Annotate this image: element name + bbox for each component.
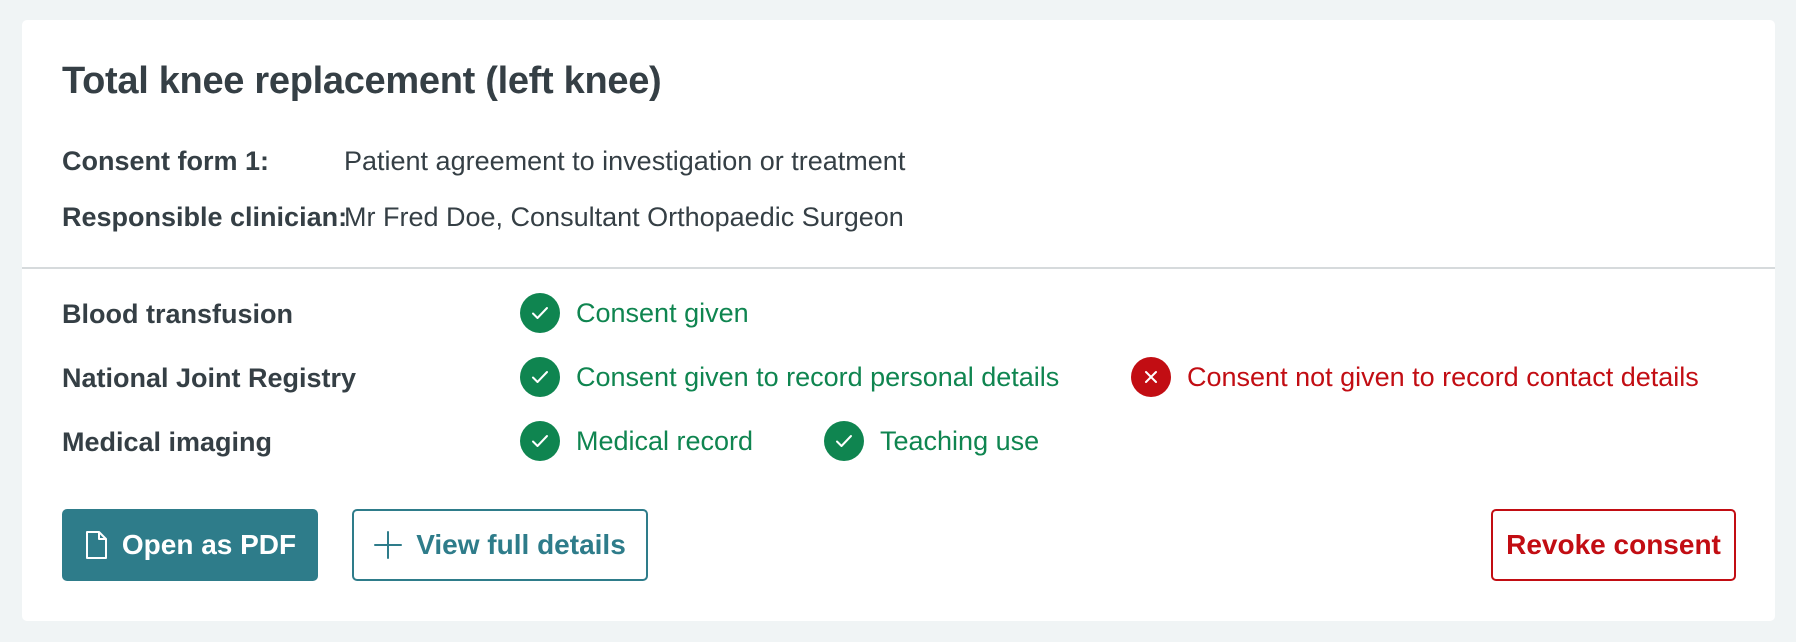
plus-icon xyxy=(374,531,403,559)
document-icon xyxy=(84,530,108,560)
row-label-blood-transfusion: Blood transfusion xyxy=(62,299,293,329)
check-icon xyxy=(824,421,864,461)
view-full-details-button[interactable]: View full details xyxy=(352,509,648,581)
row-label-medical-imaging: Medical imaging xyxy=(62,427,273,457)
consent-card: Total knee replacement (left knee) Conse… xyxy=(22,20,1775,621)
status-njr-contact-details-not-given: Consent not given to record contact deta… xyxy=(1131,357,1699,397)
status-imaging-medical-record-given: Medical record xyxy=(520,421,753,461)
status-njr-personal-details-given: Consent given to record personal details xyxy=(520,357,1059,397)
status-text: Consent given to record personal details xyxy=(576,361,1060,392)
check-icon xyxy=(520,293,560,333)
status-text: Consent given xyxy=(576,297,749,328)
status-imaging-teaching-use-given: Teaching use xyxy=(824,421,1039,461)
revoke-consent-button[interactable]: Revoke consent xyxy=(1491,509,1736,581)
status-text: Teaching use xyxy=(880,425,1040,456)
procedure-title: Total knee replacement (left knee) xyxy=(62,60,662,102)
view-full-details-label: View full details xyxy=(416,529,626,560)
status-text: Medical record xyxy=(576,425,754,456)
open-as-pdf-label: Open as PDF xyxy=(121,529,297,560)
check-icon xyxy=(520,357,560,397)
consent-form-label: Consent form 1: xyxy=(62,146,270,176)
section-divider xyxy=(22,267,1775,269)
row-label-national-joint-registry: National Joint Registry xyxy=(62,363,357,393)
status-blood-transfusion-given: Consent given xyxy=(520,293,749,333)
status-text: Consent not given to record contact deta… xyxy=(1187,361,1699,392)
responsible-clinician-value: Mr Fred Doe, Consultant Orthopaedic Surg… xyxy=(344,202,904,232)
open-as-pdf-button[interactable]: Open as PDF xyxy=(62,509,318,581)
check-icon xyxy=(520,421,560,461)
consent-form-value: Patient agreement to investigation or tr… xyxy=(344,146,906,176)
cross-icon xyxy=(1131,357,1171,397)
responsible-clinician-label: Responsible clinician: xyxy=(62,202,348,232)
